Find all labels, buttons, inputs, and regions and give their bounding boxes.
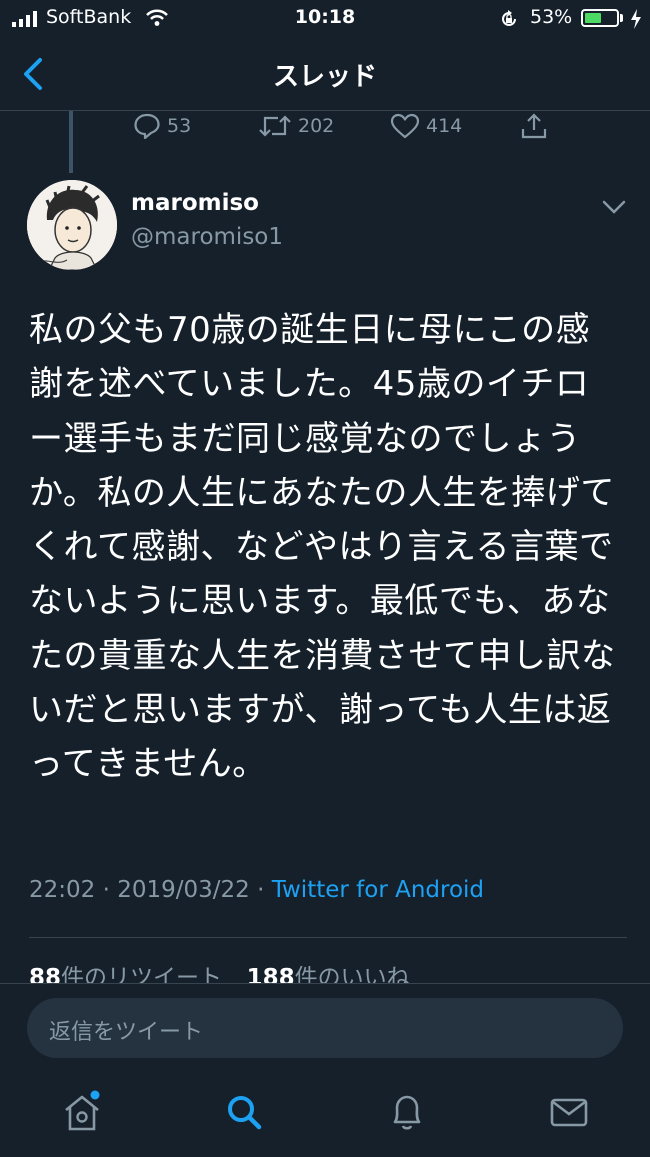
nav-search-button[interactable]	[222, 1090, 266, 1134]
battery-icon	[581, 9, 619, 27]
reply-count: 53	[167, 115, 192, 137]
heart-icon	[390, 113, 420, 139]
tweet-time: 22:02	[29, 877, 96, 903]
author-handle[interactable]: @maromiso1	[131, 224, 283, 250]
retweet-action[interactable]: 202	[258, 112, 334, 140]
avatar[interactable]	[27, 180, 117, 270]
thread-connector-line	[69, 111, 73, 173]
retweet-count: 202	[298, 115, 335, 137]
tweet-source-link[interactable]: Twitter for Android	[272, 877, 484, 903]
page-title: スレッド	[272, 62, 377, 92]
share-icon	[521, 113, 547, 139]
notification-dot	[90, 1090, 100, 1100]
meta-separator: ·	[257, 877, 272, 903]
share-action[interactable]	[520, 112, 548, 140]
reply-input[interactable]: 返信をツイート	[27, 998, 623, 1058]
status-bar: SoftBank 10:18 53%	[0, 0, 650, 38]
tweet-text: 私の父も70歳の誕生日に母にこの感謝を述べていました。45歳のイチロー選手もまだ…	[29, 310, 616, 785]
search-icon	[228, 1096, 262, 1130]
battery-level	[585, 13, 601, 23]
more-options-button[interactable]	[600, 196, 628, 218]
charging-icon	[631, 9, 641, 29]
divider	[29, 937, 627, 938]
reply-action[interactable]: 53	[133, 112, 191, 140]
nav-notifications-button[interactable]	[385, 1090, 429, 1134]
chevron-down-icon	[602, 200, 626, 214]
avatar-illustration	[27, 180, 117, 270]
bell-icon	[393, 1095, 421, 1130]
nav-home-button[interactable]	[60, 1090, 104, 1134]
retweet-icon	[259, 115, 291, 137]
orientation-lock-icon	[502, 10, 516, 26]
author-name[interactable]: maromiso	[131, 190, 259, 216]
home-icon	[65, 1095, 99, 1131]
mail-icon	[550, 1098, 588, 1127]
tweet-meta: 22:02 · 2019/03/22 · Twitter for Android	[29, 877, 484, 903]
like-count: 414	[426, 115, 463, 137]
reply-placeholder: 返信をツイート	[49, 1020, 204, 1045]
app-header: スレッド	[0, 38, 650, 111]
battery-tip	[620, 14, 623, 22]
meta-separator: ·	[102, 877, 118, 903]
tweet-date: 2019/03/22	[117, 877, 250, 903]
battery-percent: 53%	[530, 6, 573, 28]
reply-icon	[134, 113, 160, 139]
nav-messages-button[interactable]	[547, 1090, 591, 1134]
like-action[interactable]: 414	[390, 112, 462, 140]
